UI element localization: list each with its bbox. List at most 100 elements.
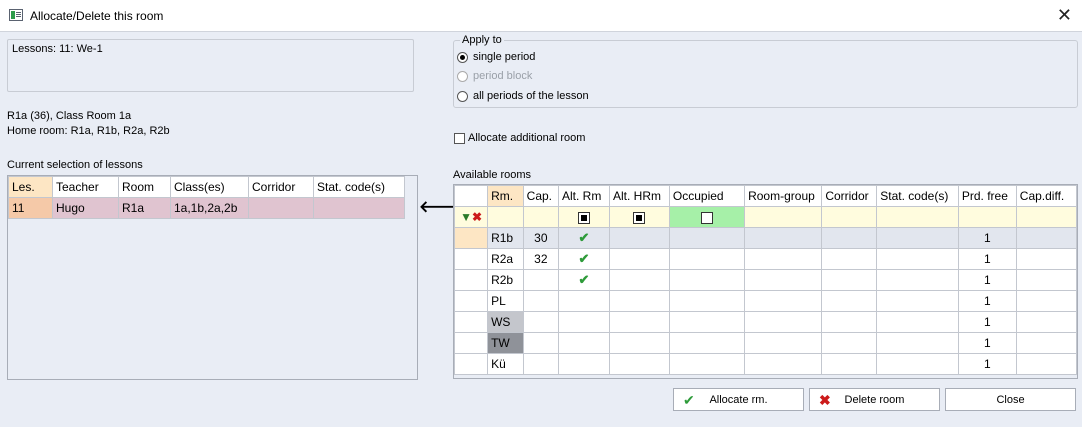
cell-cap-diff [1015, 311, 1077, 333]
cell-prd-free: 1 [957, 332, 1017, 354]
cell-occupied [668, 290, 746, 312]
cell-classes: 1a,1b,2a,2b [170, 197, 249, 219]
cell-rm: R1b [487, 227, 524, 249]
filter-occupied[interactable] [668, 206, 746, 228]
radio-icon [457, 70, 468, 82]
checkmark-icon: ✔ [578, 251, 590, 266]
radio-icon[interactable] [457, 90, 468, 102]
col-corridor[interactable]: Corridor [821, 185, 878, 207]
radio-label: period block [473, 70, 533, 82]
cell-teacher: Hugo [52, 197, 119, 219]
filter-prd-free[interactable] [957, 206, 1017, 228]
table-row[interactable]: R2a 32 ✔ 1 [454, 248, 1077, 270]
col-stat-codes[interactable]: Stat. code(s) [876, 185, 959, 207]
cell-occupied [668, 227, 746, 249]
col-corridor[interactable]: Corridor [248, 176, 314, 198]
window-title: Allocate/Delete this room [30, 9, 164, 23]
x-icon[interactable]: ✖ [472, 210, 482, 224]
col-stat-codes[interactable]: Stat. code(s) [313, 176, 405, 198]
funnel-icon[interactable]: ▼ [460, 210, 472, 224]
current-selection-label: Current selection of lessons [7, 159, 143, 171]
cell-cap [522, 290, 560, 312]
cell-rm: R2a [487, 248, 524, 270]
filter-alt-rm-checkbox[interactable] [577, 211, 590, 224]
delete-room-button[interactable]: ✖ Delete room [809, 388, 940, 411]
filter-room-group[interactable] [744, 206, 823, 228]
cell-rm: PL [487, 290, 524, 312]
checkbox-label: Allocate additional room [468, 132, 586, 144]
cell-occupied [668, 353, 746, 375]
allocate-label: Allocate rm. [709, 393, 768, 406]
table-row[interactable]: Kü 1 [454, 353, 1077, 375]
close-button[interactable]: Close [945, 388, 1076, 411]
table-row[interactable]: R1b 30 ✔ 1 [454, 227, 1077, 249]
filter-cap-diff[interactable] [1015, 206, 1077, 228]
col-teacher[interactable]: Teacher [52, 176, 119, 198]
cell-alt-rm [558, 290, 610, 312]
table-row[interactable]: 11 Hugo R1a 1a,1b,2a,2b [8, 197, 405, 219]
table-row[interactable]: PL 1 [454, 290, 1077, 312]
cell-stat-codes [876, 332, 959, 354]
available-rooms-grid[interactable]: Rm. Cap. Alt. Rm Alt. HRm Occupied Room-… [453, 184, 1078, 379]
col-les[interactable]: Les. [8, 176, 53, 198]
radio-all-periods[interactable]: all periods of the lesson [457, 90, 589, 102]
col-cap[interactable]: Cap. [522, 185, 560, 207]
cell-room-group [744, 269, 823, 291]
cell-corridor [248, 197, 314, 219]
table-row[interactable]: TW 1 [454, 332, 1077, 354]
title-bar: Allocate/Delete this room ✕ [0, 0, 1082, 32]
filter-corridor[interactable] [821, 206, 878, 228]
rooms-body: R1b 30 ✔ 1 R2a 32 ✔ 1 R2b ✔ 1 PL 1 WS 1 TW 1 Kü 1 [454, 227, 1077, 375]
table-header: Rm. Cap. Alt. Rm Alt. HRm Occupied Room-… [454, 185, 1077, 207]
cell-cap [522, 353, 560, 375]
col-classes[interactable]: Class(es) [170, 176, 249, 198]
cell-alt-hrm [608, 311, 670, 333]
filter-alt-hrm[interactable] [608, 206, 670, 228]
row-indicator [454, 269, 489, 291]
filter-occupied-checkbox[interactable] [701, 211, 713, 224]
filter-alt-rm[interactable] [558, 206, 610, 228]
cell-stat-codes [876, 290, 959, 312]
cell-cap [522, 269, 560, 291]
row-indicator [454, 290, 489, 312]
cell-stat-codes [876, 269, 959, 291]
cell-stat-codes [876, 248, 959, 270]
filter-rm[interactable] [487, 206, 524, 228]
row-indicator [454, 311, 489, 333]
cell-cap-diff [1015, 332, 1077, 354]
cell-room-group [744, 248, 823, 270]
checkmark-icon: ✔ [578, 272, 590, 287]
filter-alt-hrm-checkbox[interactable] [633, 211, 646, 224]
col-room-group[interactable]: Room-group [744, 185, 823, 207]
radio-icon[interactable] [457, 51, 468, 63]
col-cap-diff[interactable]: Cap.diff. [1015, 185, 1077, 207]
checkmark-icon: ✔ [683, 392, 695, 408]
cell-prd-free: 1 [957, 248, 1017, 270]
row-indicator [454, 353, 489, 375]
filter-icons: ▼✖ [454, 206, 489, 228]
col-rm[interactable]: Rm. [487, 185, 524, 207]
allocate-room-button[interactable]: ✔ Allocate rm. [673, 388, 804, 411]
allocate-additional-room-checkbox[interactable]: Allocate additional room [454, 132, 585, 144]
table-row[interactable]: R2b ✔ 1 [454, 269, 1077, 291]
checkbox-icon[interactable] [454, 132, 465, 144]
cell-corridor [821, 332, 878, 354]
cell-rm: WS [487, 311, 524, 333]
table-row[interactable]: WS 1 [454, 311, 1077, 333]
cell-cap-diff [1015, 248, 1077, 270]
filter-stat-codes[interactable] [876, 206, 959, 228]
col-occupied[interactable]: Occupied [668, 185, 746, 207]
col-prd-free[interactable]: Prd. free [957, 185, 1017, 207]
close-icon[interactable]: ✕ [1057, 5, 1072, 25]
col-room[interactable]: Room [118, 176, 171, 198]
filter-cap[interactable] [522, 206, 560, 228]
cell-alt-rm [558, 353, 610, 375]
current-selection-grid[interactable]: Les. Teacher Room Class(es) Corridor Sta… [7, 175, 418, 380]
cell-cap: 32 [522, 248, 560, 270]
cell-occupied [668, 311, 746, 333]
col-alt-rm[interactable]: Alt. Rm [558, 185, 610, 207]
radio-single-period[interactable]: single period [457, 51, 535, 63]
row-indicator-header [454, 185, 489, 207]
col-alt-hrm[interactable]: Alt. HRm [608, 185, 670, 207]
cell-room-group [744, 332, 823, 354]
